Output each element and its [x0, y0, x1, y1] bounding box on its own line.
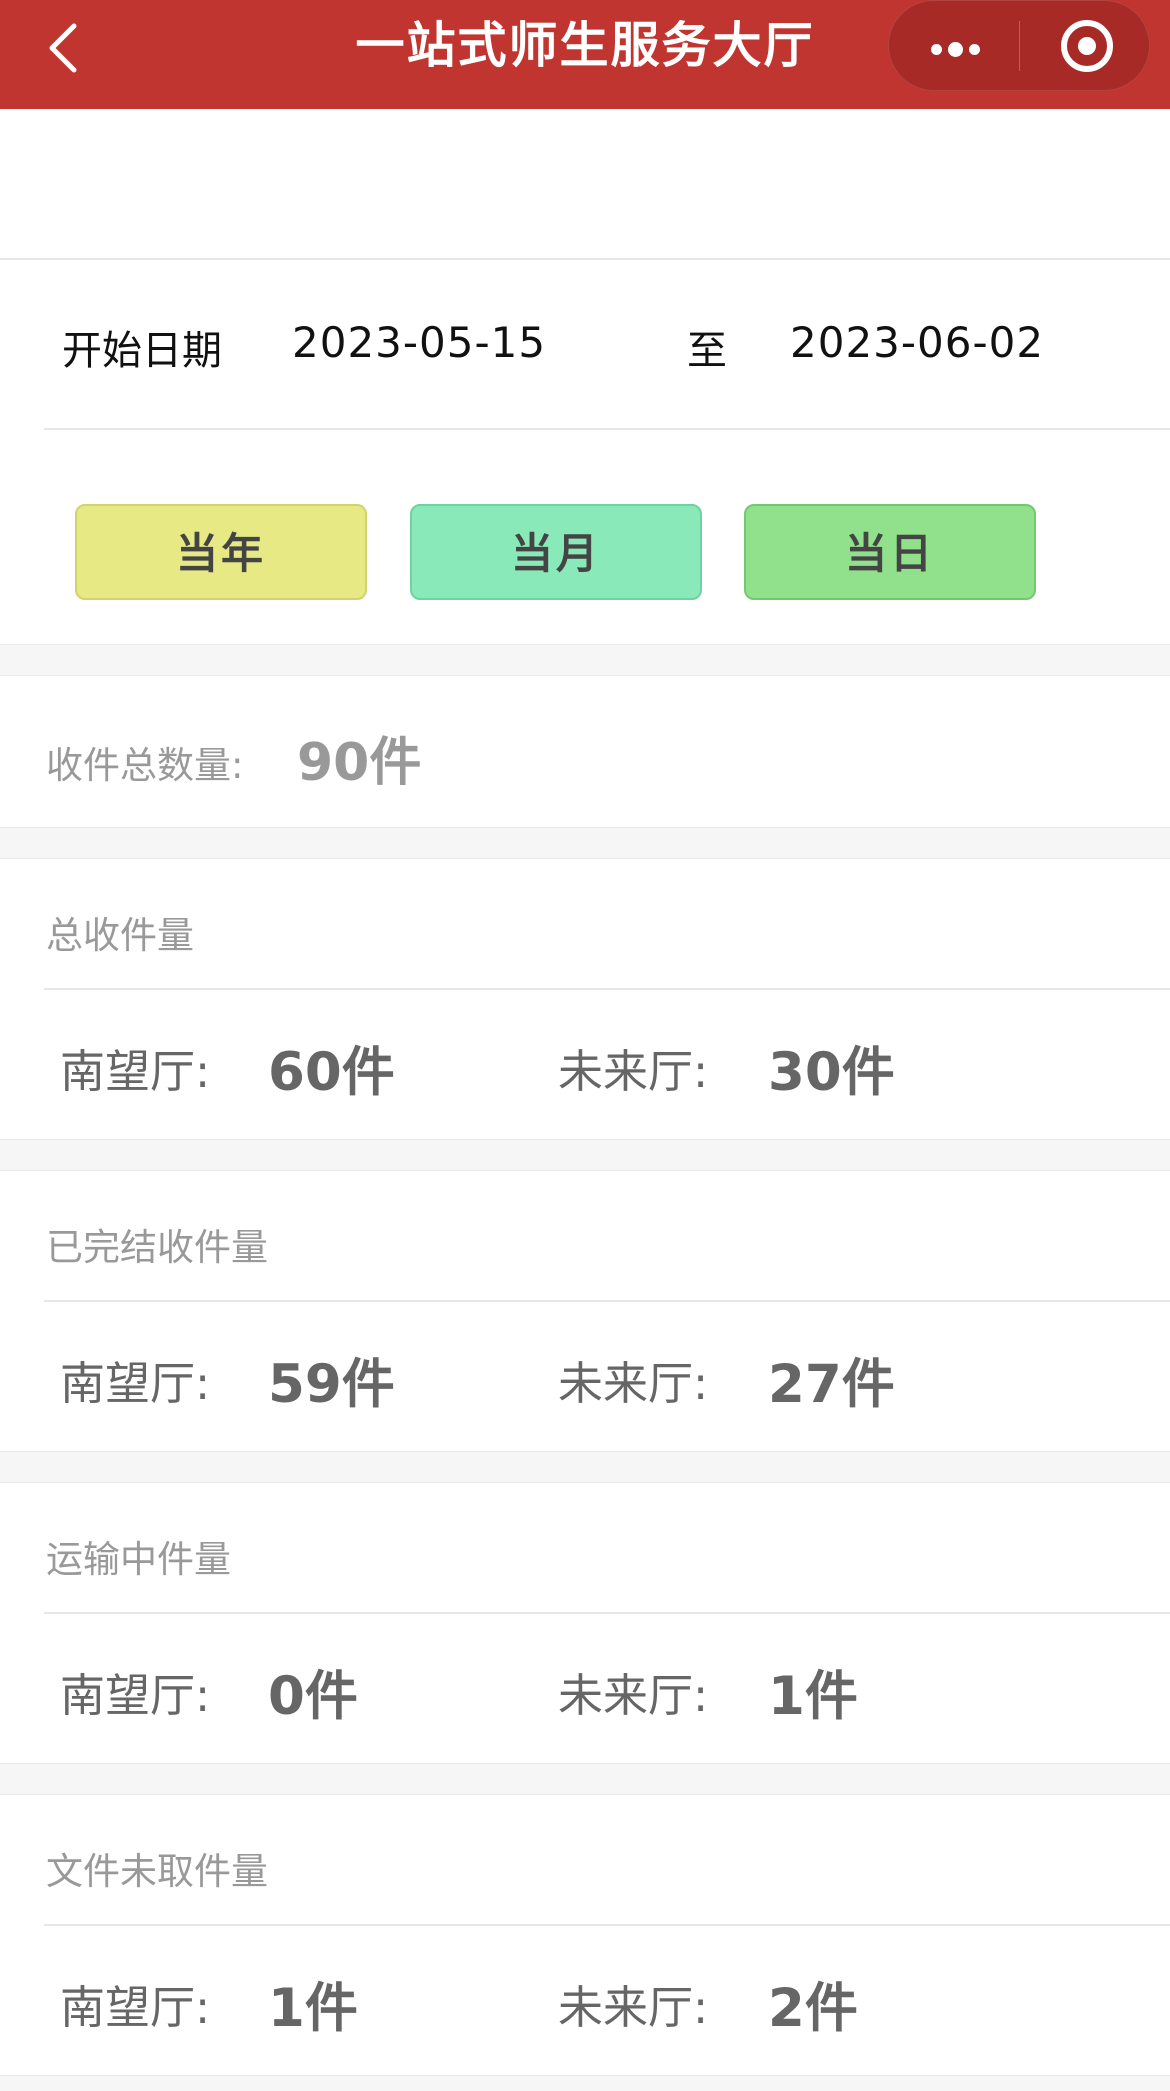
section-title-completed: 已完结收件量 — [46, 1226, 268, 1269]
section-gap — [0, 644, 1170, 676]
start-date-picker[interactable]: 2023-05-15 — [292, 318, 546, 367]
section-gap — [0, 1139, 1170, 1171]
weilai-hall-label: 未来厅: — [558, 1981, 709, 2034]
nanwang-hall-value: 1件 — [268, 1978, 358, 2039]
title-bar: 一站式师生服务大厅 — [0, 0, 1170, 109]
divider — [44, 1300, 1170, 1302]
section-title-total-received: 总收件量 — [46, 914, 194, 957]
miniprogram-capsule — [888, 0, 1150, 91]
current-day-button[interactable]: 当日 — [744, 504, 1036, 600]
nanwang-hall-value: 60件 — [268, 1042, 395, 1103]
nanwang-hall-label: 南望厅: — [60, 1357, 211, 1410]
weilai-hall-label: 未来厅: — [558, 1045, 709, 1098]
section-title-unpicked: 文件未取件量 — [46, 1850, 268, 1893]
current-year-button[interactable]: 当年 — [75, 504, 367, 600]
nanwang-hall-value: 59件 — [268, 1354, 395, 1415]
divider — [44, 1924, 1170, 1926]
nanwang-hall-label: 南望厅: — [60, 1045, 211, 1098]
current-month-button[interactable]: 当月 — [410, 504, 702, 600]
more-dots-icon — [931, 40, 986, 59]
end-date-picker[interactable]: 2023-06-02 — [790, 318, 1044, 367]
section-gap — [0, 1451, 1170, 1483]
divider — [44, 428, 1170, 430]
total-count-label: 收件总数量: — [46, 744, 244, 787]
divider — [0, 258, 1170, 260]
section-gap — [0, 1763, 1170, 1795]
section-gap — [0, 2075, 1170, 2091]
weilai-hall-value: 27件 — [768, 1354, 895, 1415]
weilai-hall-value: 2件 — [768, 1978, 858, 2039]
more-button[interactable] — [889, 1, 1019, 92]
date-separator: 至 — [687, 328, 727, 374]
weilai-hall-value: 1件 — [768, 1666, 858, 1727]
nanwang-hall-label: 南望厅: — [60, 1669, 211, 1722]
divider — [44, 1612, 1170, 1614]
close-miniprogram-button[interactable] — [1020, 1, 1150, 92]
nanwang-hall-label: 南望厅: — [60, 1981, 211, 2034]
section-title-in-transit: 运输中件量 — [46, 1538, 231, 1581]
weilai-hall-label: 未来厅: — [558, 1669, 709, 1722]
section-gap — [0, 827, 1170, 859]
weilai-hall-value: 30件 — [768, 1042, 895, 1103]
total-count-value: 90件 — [297, 733, 422, 793]
weilai-hall-label: 未来厅: — [558, 1357, 709, 1410]
nanwang-hall-value: 0件 — [268, 1666, 358, 1727]
divider — [44, 988, 1170, 990]
start-date-label: 开始日期 — [62, 328, 222, 374]
